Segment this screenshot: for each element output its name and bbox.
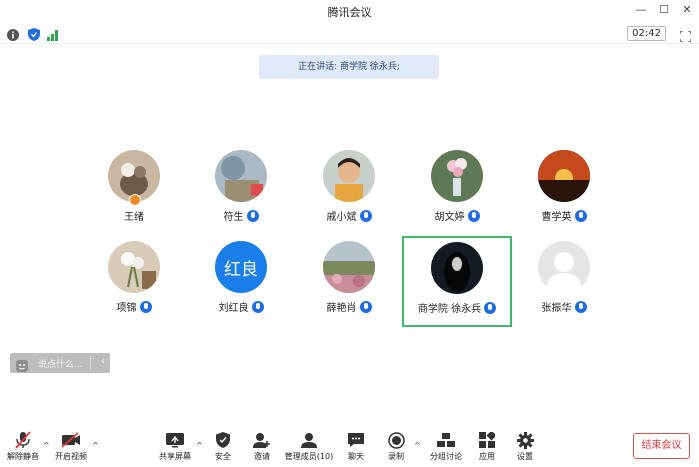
participant-name: 王绪 [124,212,144,223]
participant-tile[interactable]: 张振华 [510,241,618,331]
security-button[interactable]: 安全 [210,431,236,462]
record-button[interactable]: 录制 [383,431,409,462]
apps-button[interactable]: 应用 [474,431,500,462]
breakout-rooms-label: 分组讨论 [430,452,462,461]
chevron-up-icon[interactable]: ^ [92,441,99,450]
share-screen-icon [158,431,192,449]
participant-name: 戚小斌 [326,212,357,223]
avatar [323,150,375,202]
start-video-button[interactable]: 开启视频 [54,431,88,462]
window-title: 腾讯会议 [327,6,372,19]
microphone-icon [251,300,264,313]
microphone-icon [246,209,259,222]
participant-name: 刘红良 [218,303,249,314]
avatar [323,241,375,293]
close-button[interactable]: ✕ [679,3,695,17]
status-bar: 02:42 [0,23,699,44]
settings-label: 设置 [517,452,533,461]
invite-button[interactable]: 邀请 [249,431,275,462]
breakout-rooms-button[interactable]: 分组讨论 [428,431,464,462]
info-icon[interactable] [7,26,19,45]
participant-name: 曹学英 [541,212,572,223]
chat-placeholder: 说点什么... [38,360,83,370]
camera-off-icon [54,431,88,449]
chevron-left-icon[interactable]: ‹ [101,356,105,367]
participant-tile[interactable]: 符生 [187,150,295,240]
shield-icon [210,431,236,449]
microphone-icon [574,300,587,313]
record-label: 录制 [388,452,404,461]
emoji-icon[interactable] [16,357,28,376]
participant-tile[interactable]: 胡文婷 [403,150,511,240]
microphone-muted-icon [6,431,40,449]
avatar: 红良 [215,241,267,293]
gear-icon [512,431,538,449]
participant-tile[interactable]: 红良 刘红良 [187,241,295,331]
security-label: 安全 [215,452,231,461]
microphone-icon [359,300,372,313]
fullscreen-icon[interactable] [679,27,692,46]
end-meeting-button[interactable]: 结束会议 [633,433,690,459]
microphone-icon [359,209,372,222]
bottom-toolbar: 解除静音 ^ 开启视频 ^ 共享屏幕 ^ 安全 邀请 管理成员(10) 聊天 录… [0,427,699,467]
chevron-up-icon[interactable]: ^ [414,441,421,450]
avatar [431,150,483,202]
unmute-label: 解除静音 [7,452,39,461]
avatar [538,150,590,202]
chat-button[interactable]: 聊天 [343,431,369,462]
apps-icon [474,431,500,449]
avatar-text: 红良 [224,259,258,280]
invite-label: 邀请 [254,452,270,461]
speaking-banner: 正在讲话: 商学院 徐永兵; [259,55,439,79]
members-icon [283,431,335,449]
participant-name: 项锦 [116,303,137,314]
host-badge-icon [129,194,141,206]
record-icon [383,431,409,449]
participant-name: 符生 [223,212,244,223]
maximize-button[interactable]: ☐ [656,3,672,17]
minimize-button[interactable]: — [633,3,649,17]
participant-name: 薛艳肖 [326,303,357,314]
divider [90,356,91,370]
apps-label: 应用 [479,452,495,461]
start-video-label: 开启视频 [55,452,87,461]
manage-members-button[interactable]: 管理成员(10) [283,431,335,462]
chevron-up-icon[interactable]: ^ [43,441,50,450]
participant-name: 商学院 徐永兵 [417,304,482,315]
chevron-up-icon[interactable]: ^ [196,441,203,450]
breakout-rooms-icon [428,431,464,449]
share-screen-button[interactable]: 共享屏幕 [158,431,192,462]
microphone-icon [467,209,480,222]
avatar [108,241,160,293]
manage-members-label: 管理成员(10) [284,452,334,461]
settings-button[interactable]: 设置 [512,431,538,462]
participant-tile[interactable]: 项锦 [80,241,188,331]
microphone-icon [484,301,497,314]
participant-tile[interactable]: 王绪 [80,150,188,240]
avatar [538,241,590,293]
participant-tile[interactable]: 曹学英 [510,150,618,240]
participant-name: 胡文婷 [434,212,465,223]
participant-tile[interactable]: 戚小斌 [295,150,403,240]
microphone-icon [139,300,152,313]
chat-icon [343,431,369,449]
participant-tile[interactable]: 薛艳肖 [295,241,403,331]
signal-icon[interactable] [47,26,59,45]
title-bar: 腾讯会议 — ☐ ✕ [0,0,699,22]
microphone-icon [574,209,587,222]
shield-icon[interactable] [28,26,40,45]
share-screen-label: 共享屏幕 [159,452,191,461]
chat-label: 聊天 [348,452,364,461]
chat-input[interactable]: 说点什么... ‹ [10,353,110,373]
avatar [215,150,267,202]
participant-tile-active[interactable]: 商学院 徐永兵 [402,236,512,327]
avatar [431,242,483,294]
meeting-timer: 02:42 [627,26,666,41]
unmute-button[interactable]: 解除静音 [6,431,40,462]
participant-name: 张振华 [541,303,572,314]
add-user-icon [249,431,275,449]
